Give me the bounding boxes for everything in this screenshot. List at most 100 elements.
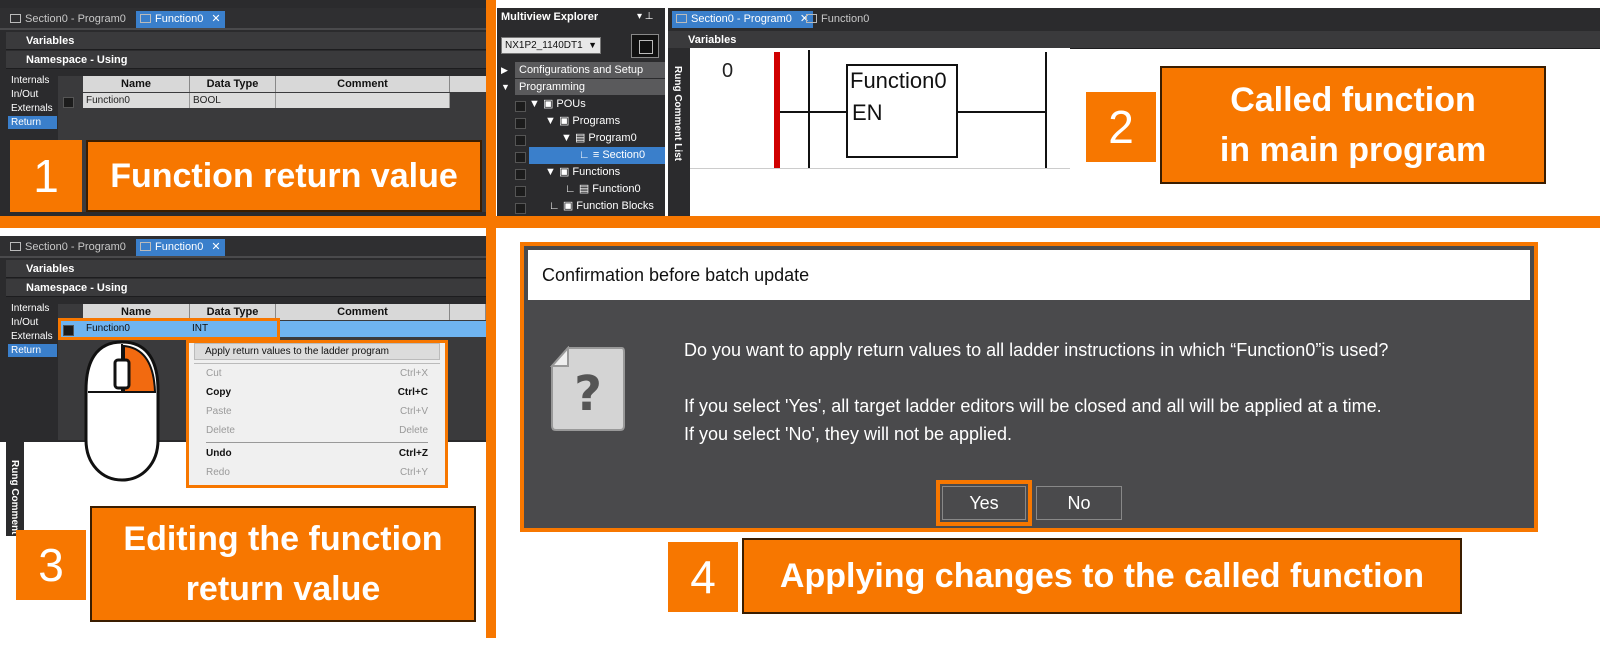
callout-label-3-line2: return value [185,570,381,608]
tree-item-section0[interactable]: ∟ ≡ Section0 [529,147,665,164]
tree-item-pous[interactable]: ▼ ▣ POUs [529,96,586,113]
chevron-down-icon: ▼ [501,82,510,92]
context-menu: Apply return values to the ladder progra… [192,343,442,483]
tree-item-program0[interactable]: ▼ ▤ Program0 [561,130,637,147]
callout-number-3: 3 [16,530,86,600]
column-name[interactable]: Name [83,76,190,92]
tree-checkbox [515,169,526,180]
tab-section0-program0[interactable]: Section0 - Program0 ✕ [672,11,814,28]
side-tab-return[interactable]: Return [8,116,57,129]
tree-checkbox [515,203,526,214]
variables-header[interactable]: Variables [6,32,488,50]
question-document-icon: ? [549,345,626,432]
explorer-tree: ▶ Configurations and Setup ▼ Programming… [497,62,665,218]
right-power-rail [1045,52,1047,168]
callout-label-2: Called function in main program [1160,66,1546,184]
divider-vertical [486,0,496,638]
side-tab-internals[interactable]: Internals [8,74,57,87]
tab-section0-program0[interactable]: Section0 - Program0 [6,11,130,28]
rung-wire-left [780,111,846,113]
column-data-type[interactable]: Data Type [190,76,276,92]
menu-item-undo[interactable]: Undo Ctrl+Z [206,445,428,463]
column-extra [450,304,486,320]
namespace-header[interactable]: Namespace - Using [6,279,486,297]
tab-section0-program0[interactable]: Section0 - Program0 [6,239,130,256]
side-tab-externals[interactable]: Externals [8,330,57,343]
menu-item-copy[interactable]: Copy Ctrl+C [206,384,428,402]
callout-label-3-line1: Editing the function [123,520,443,558]
menu-item-apply-return-values[interactable]: Apply return values to the ladder progra… [194,343,440,360]
pin-icon[interactable]: ▾ ⊥ [637,11,654,22]
table-row-comment[interactable] [276,93,450,108]
variables-header[interactable]: Variables [668,31,1600,49]
tree-item-functions[interactable]: ▼ ▣ Functions [545,164,620,181]
tree-checkbox [515,152,526,163]
callout-label-2-line1: Called function [1230,81,1476,119]
tree-item-configurations[interactable]: ▶ Configurations and Setup [497,62,665,79]
function-block[interactable]: Function0 EN [846,64,958,158]
ladder-icon [676,14,687,23]
variables-header[interactable]: Variables [6,260,486,278]
close-icon[interactable]: ✕ [211,13,220,25]
menu-item-delete[interactable]: Delete Delete [206,422,428,440]
menu-separator [206,442,428,443]
device-select[interactable]: NX1P2_1140DT1 ▼ [501,37,601,54]
rung-comment-list-label[interactable]: Rung Comment List [672,66,683,161]
svg-text:?: ? [574,366,602,422]
tree-checkbox [515,135,526,146]
row-marker-icon [63,97,74,108]
device-icon[interactable] [631,34,659,58]
side-tab-inout[interactable]: In/Out [8,88,57,101]
column-comment[interactable]: Comment [276,76,450,92]
callout-number-4: 4 [668,542,738,612]
rung-separator [690,168,1070,169]
multiview-explorer: Multiview Explorer ▾ ⊥ NX1P2_1140DT1 ▼ ▶… [497,8,665,218]
confirmation-dialog: Confirmation before batch update ? Do yo… [520,242,1538,532]
dialog-title: Confirmation before batch update [542,265,810,285]
table-row-data-type[interactable]: BOOL [190,93,276,108]
tree-item-function0[interactable]: ∟ ▤ Function0 [565,181,641,198]
menu-item-redo[interactable]: Redo Ctrl+Y [206,464,428,482]
menu-item-cut[interactable]: Cut Ctrl+X [206,365,428,383]
tree-item-programming[interactable]: ▼ Programming [497,79,665,96]
ladder-icon [10,14,21,23]
callout-label-2-line2: in main program [1219,131,1487,169]
menu-item-paste[interactable]: Paste Ctrl+V [206,403,428,421]
tab-function0[interactable]: Function0 [802,11,873,28]
yes-button[interactable]: Yes [942,486,1026,520]
function-block-input-en: EN [852,100,883,125]
divider-horizontal [0,216,1600,228]
ladder-icon [10,242,21,251]
dialog-title-bar: Confirmation before batch update [528,250,1530,300]
chevron-right-icon: ▶ [501,65,508,75]
explorer-title: Multiview Explorer [501,11,599,23]
tab-function0[interactable]: Function0 ✕ [136,239,225,256]
left-power-rail [774,52,780,168]
function-block-name: Function0 [850,68,947,93]
rung-comment-label[interactable]: Rung Comment [9,460,20,534]
tree-checkbox [515,186,526,197]
rung-wire-right [958,111,1046,113]
side-tab-inout[interactable]: In/Out [8,316,57,329]
rung-number: 0 [722,60,734,82]
side-tab-internals[interactable]: Internals [8,302,57,315]
tree-checkbox [515,118,526,129]
rung-comment-strip: Rung Comment [6,442,24,536]
editor-tab-bar: Section0 - Program0 Function0 ✕ [0,236,486,258]
callout-number-1: 1 [10,140,82,212]
tree-item-programs[interactable]: ▼ ▣ Programs [545,113,620,130]
ladder-canvas: 0 Function0 EN [690,48,1070,218]
tab-function0[interactable]: Function0 ✕ [136,11,225,28]
namespace-header[interactable]: Namespace - Using [6,51,488,69]
menu-separator [194,363,440,364]
row-highlight-box [58,318,280,340]
side-tab-return[interactable]: Return [8,344,57,357]
close-icon[interactable]: ✕ [211,241,220,253]
function-icon [140,242,151,251]
rung-comment-strip: Rung Comment List [668,48,690,218]
column-comment[interactable]: Comment [276,304,450,320]
no-button[interactable]: No [1036,486,1122,520]
table-row-name[interactable]: Function0 [83,93,190,108]
tree-item-function-blocks[interactable]: ∟ ▣ Function Blocks [549,198,654,215]
side-tab-externals[interactable]: Externals [8,102,57,115]
